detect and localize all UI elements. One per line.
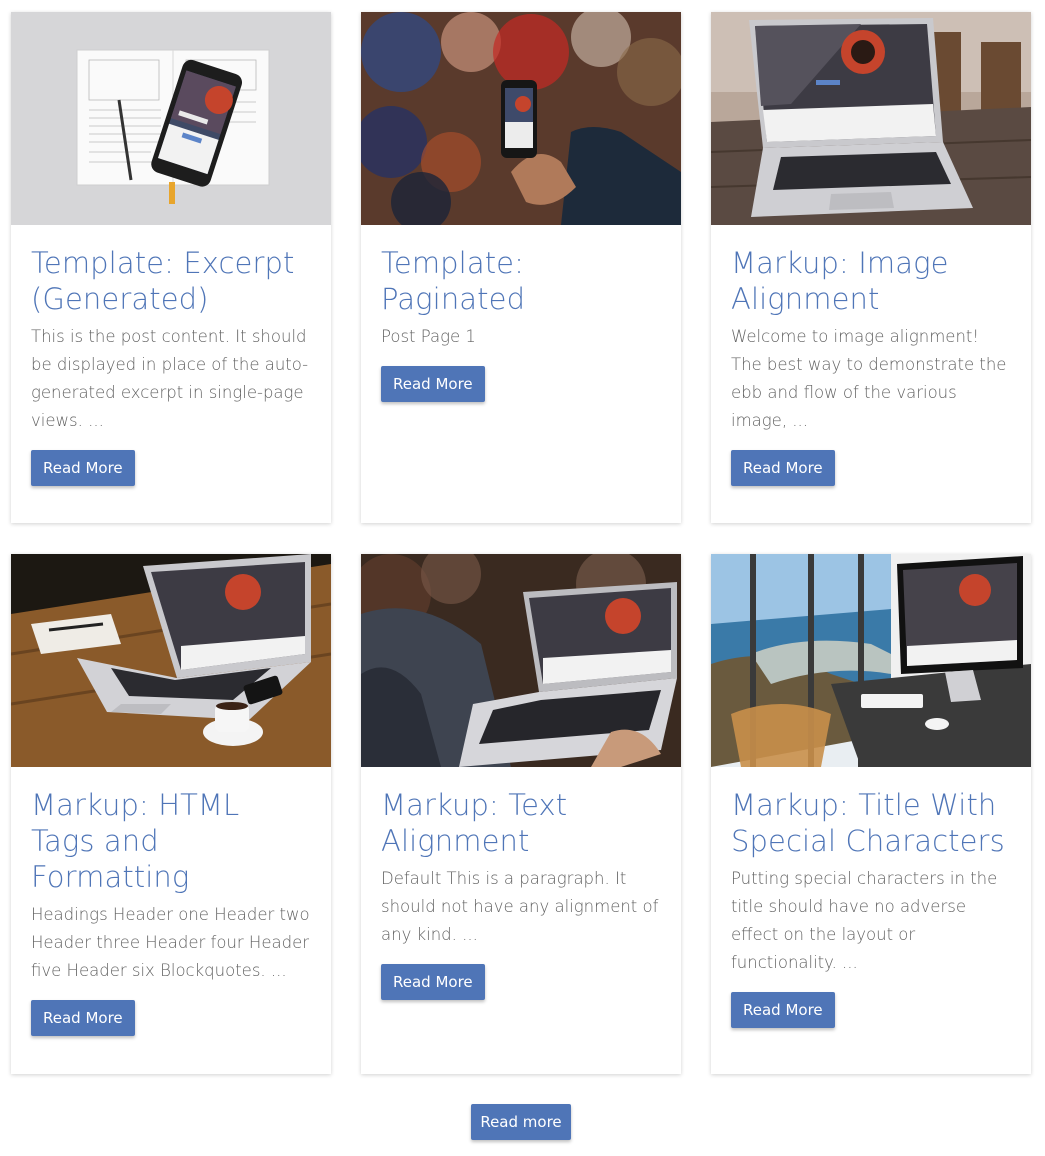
post-excerpt: Headings Header one Header two Header th…	[31, 905, 310, 980]
read-more-button[interactable]: Read More	[381, 366, 485, 402]
post-thumbnail[interactable]	[361, 554, 681, 767]
read-more-button[interactable]: Read More	[731, 992, 835, 1028]
read-more-button[interactable]: Read More	[31, 450, 135, 486]
post-title[interactable]: Markup: HTML Tags and Formatting	[31, 787, 311, 895]
post-card: Markup: Image Alignment Welcome to image…	[711, 12, 1031, 523]
post-title[interactable]: Markup: Text Alignment	[381, 787, 661, 859]
post-excerpt: Default This is a paragraph. It should n…	[381, 869, 659, 944]
post-card: Template: Excerpt (Generated) This is th…	[11, 12, 331, 523]
post-title[interactable]: Template: Paginated	[381, 245, 661, 317]
post-excerpt: Welcome to image alignment! The best way…	[731, 327, 1007, 430]
post-card: Markup: Title With Special Characters Pu…	[711, 554, 1031, 1074]
read-more-button[interactable]: Read More	[381, 964, 485, 1000]
post-card: Markup: Text Alignment Default This is a…	[361, 554, 681, 1074]
post-card: Template: Paginated Post Page 1 Read Mor…	[361, 12, 681, 523]
post-thumbnail[interactable]	[11, 554, 331, 767]
read-more-button[interactable]: Read More	[731, 450, 835, 486]
post-title[interactable]: Markup: Title With Special Characters	[731, 787, 1011, 859]
post-excerpt: Post Page 1	[381, 327, 476, 346]
post-thumbnail[interactable]	[711, 12, 1031, 225]
post-excerpt: This is the post content. It should be d…	[31, 327, 309, 430]
post-thumbnail[interactable]	[711, 554, 1031, 767]
read-more-button[interactable]: Read More	[31, 1000, 135, 1036]
post-title[interactable]: Template: Excerpt (Generated)	[31, 245, 311, 317]
post-grid: Template: Excerpt (Generated) This is th…	[0, 0, 1045, 1156]
post-excerpt: Putting special characters in the title …	[731, 869, 998, 972]
post-card: Markup: HTML Tags and Formatting Heading…	[11, 554, 331, 1074]
post-thumbnail[interactable]	[361, 12, 681, 225]
post-title[interactable]: Markup: Image Alignment	[731, 245, 1011, 317]
load-more-button[interactable]: Read more	[471, 1104, 571, 1140]
post-thumbnail[interactable]	[11, 12, 331, 225]
